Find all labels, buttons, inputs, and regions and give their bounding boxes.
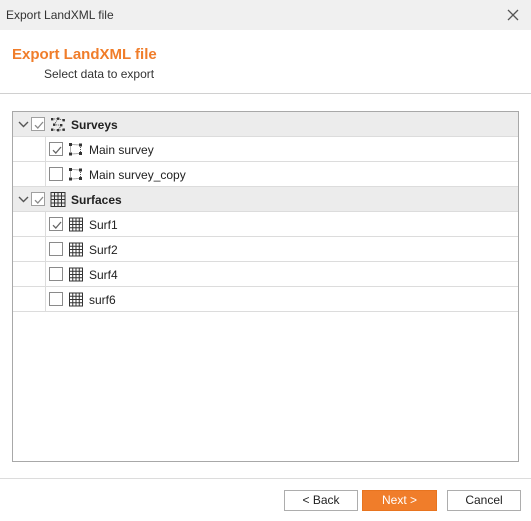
surface-grid-icon — [68, 267, 84, 282]
back-button[interactable]: < Back — [284, 490, 358, 511]
tree-item-label: Surf4 — [89, 268, 118, 282]
wizard-header: Export LandXML file Select data to expor… — [0, 30, 531, 94]
window-title: Export LandXML file — [6, 8, 114, 22]
export-landxml-dialog: Export LandXML file Export LandXML file … — [0, 0, 531, 521]
cancel-button[interactable]: Cancel — [447, 490, 521, 511]
tree-group-surveys[interactable]: Surveys — [13, 112, 518, 137]
surface-grid-icon — [68, 217, 84, 232]
tree-group-surfaces[interactable]: Surfaces — [13, 187, 518, 212]
chevron-down-icon[interactable] — [17, 118, 30, 131]
checkbox-surfaces[interactable] — [31, 192, 45, 206]
surface-grid-icon — [68, 242, 84, 257]
tree-item-surf2[interactable]: Surf2 — [13, 237, 518, 262]
tree-item-label: Main survey_copy — [89, 168, 186, 182]
tree-item-main-survey[interactable]: Main survey — [13, 137, 518, 162]
tree-item-main-survey-copy[interactable]: Main survey_copy — [13, 162, 518, 187]
tree-item-label: Surf2 — [89, 243, 118, 257]
tree-item-label: Main survey — [89, 143, 154, 157]
page-title: Export LandXML file — [12, 46, 157, 63]
checkbox-main-survey-copy[interactable] — [49, 167, 63, 181]
checkbox-surf4[interactable] — [49, 267, 63, 281]
checkbox-surveys[interactable] — [31, 117, 45, 131]
checkbox-surf2[interactable] — [49, 242, 63, 256]
tree-item-label: surf6 — [89, 293, 116, 307]
tree-group-label: Surfaces — [71, 193, 122, 207]
checkbox-surf6[interactable] — [49, 292, 63, 306]
survey-group-icon — [50, 117, 66, 132]
survey-icon — [68, 142, 84, 157]
checkbox-main-survey[interactable] — [49, 142, 63, 156]
tree-guide-line — [45, 212, 46, 237]
close-icon[interactable] — [505, 7, 521, 23]
page-subtitle: Select data to export — [44, 67, 155, 81]
tree-item-surf4[interactable]: Surf4 — [13, 262, 518, 287]
data-tree: Surveys Main survey Main survey_copy Sur… — [12, 111, 519, 462]
tree-guide-line — [45, 237, 46, 262]
tree-item-label: Surf1 — [89, 218, 118, 232]
survey-icon — [68, 167, 84, 182]
footer-divider — [0, 478, 531, 479]
chevron-down-icon[interactable] — [17, 193, 30, 206]
next-button[interactable]: Next > — [362, 490, 437, 511]
tree-item-surf6[interactable]: surf6 — [13, 287, 518, 312]
tree-item-surf1[interactable]: Surf1 — [13, 212, 518, 237]
surface-grid-icon — [68, 292, 84, 307]
tree-guide-line — [45, 262, 46, 287]
tree-group-label: Surveys — [71, 118, 118, 132]
title-bar: Export LandXML file — [0, 0, 531, 30]
surface-grid-icon — [50, 192, 66, 207]
checkbox-surf1[interactable] — [49, 217, 63, 231]
tree-guide-line — [45, 137, 46, 162]
tree-guide-line — [45, 287, 46, 312]
tree-guide-line — [45, 162, 46, 187]
